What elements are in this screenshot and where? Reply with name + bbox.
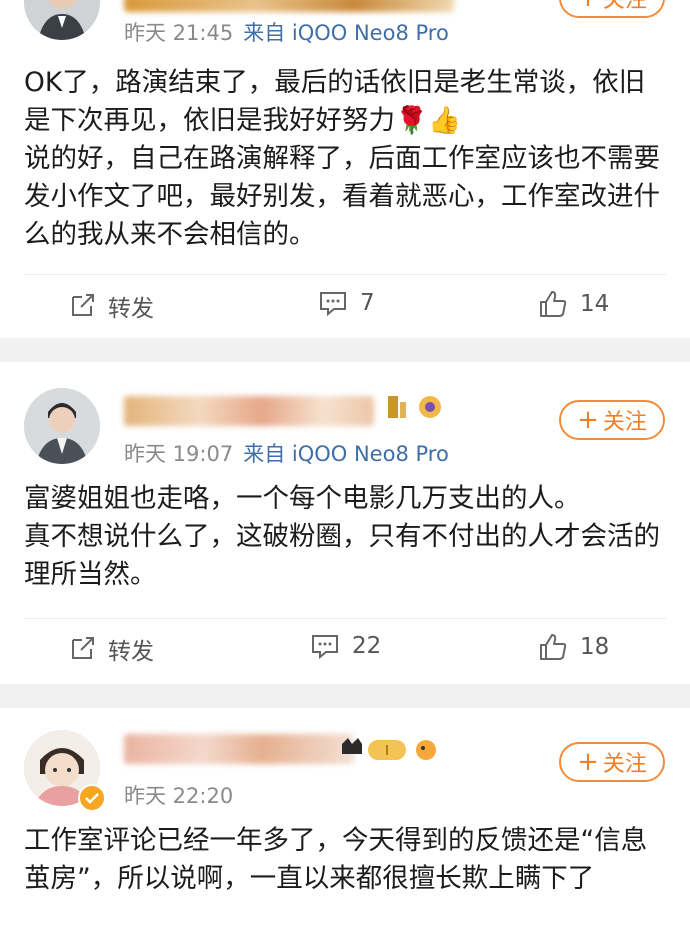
comment-icon — [312, 635, 338, 660]
plus-icon: + — [577, 0, 599, 11]
divider — [24, 274, 666, 275]
follow-button[interactable]: +关注 — [559, 400, 665, 440]
repost-icon — [72, 294, 94, 316]
post-card: 昨天 21:45 来自 iQOO Neo8 Pro +关注 OK了，路演结束了，最… — [0, 0, 690, 338]
post-time: 昨天 19:07 — [124, 442, 234, 466]
post-paragraph: 真不想说什么了，这破粉圈，只有不付出的人才会活的理所当然。 — [24, 521, 660, 590]
svg-text:I: I — [385, 744, 389, 759]
follow-button[interactable]: +关注 — [559, 742, 665, 782]
thumbs-up-icon — [540, 291, 567, 317]
avatar[interactable] — [24, 388, 100, 464]
repost-label: 转发 — [108, 639, 154, 665]
verified-badge-icon — [78, 784, 106, 812]
post-paragraph: 工作室评论已经一年多了，今天得到的反馈还是“信息茧房”，所以说啊，一直以来都很擅… — [24, 825, 648, 894]
follow-button[interactable]: +关注 — [559, 0, 665, 18]
plus-icon: + — [577, 405, 599, 435]
username-blurred[interactable] — [124, 0, 454, 12]
like-button[interactable]: 18 — [538, 632, 609, 662]
post-paragraph: OK了，路演结束了，最后的话依旧是老生常谈，依旧是下次再见，依旧是我好好努力🌹👍 — [24, 67, 646, 136]
comment-icon — [320, 292, 346, 317]
post-card: 昨天 19:07 来自 iQOO Neo8 Pro + 关注 富婆姐姐也走咯，一个每… — [0, 362, 690, 684]
badge-icon — [386, 392, 446, 422]
plus-icon: + — [577, 747, 599, 777]
post-meta: 昨天 22:20 — [124, 780, 233, 810]
divider — [24, 618, 666, 619]
avatar[interactable] — [24, 0, 100, 40]
comment-count: 7 — [360, 290, 375, 316]
post-paragraph: 说的好，自己在路演解释了，后面工作室应该也不需要发小作文了吧，最好别发，看着就恶… — [24, 143, 660, 250]
post-text: 工作室评论已经一年多了，今天得到的反馈还是“信息茧房”，所以说啊，一直以来都很擅… — [24, 822, 666, 898]
post-card: I 昨天 22:20 + 关注 工作室评论已经一年多了，今天得到的反馈还是“信息茧… — [0, 708, 690, 938]
post-device[interactable]: 来自 iQOO Neo8 Pro — [243, 442, 449, 466]
post-time: 昨天 22:20 — [124, 784, 234, 808]
feed-gap — [0, 338, 690, 362]
post-meta: 昨天 21:45 来自 iQOO Neo8 Pro — [124, 17, 449, 47]
username-blurred[interactable] — [124, 734, 354, 764]
repost-button[interactable]: 转发 — [68, 632, 154, 666]
comment-count: 22 — [352, 633, 382, 659]
like-count: 14 — [580, 291, 610, 317]
repost-label: 转发 — [108, 296, 154, 322]
post-text: 富婆姐姐也走咯，一个每个电影几万支出的人。 真不想说什么了，这破粉圈，只有不付出… — [24, 480, 666, 594]
repost-button[interactable]: 转发 — [68, 289, 154, 323]
like-button[interactable]: 14 — [538, 289, 609, 319]
like-count: 18 — [580, 634, 610, 660]
post-time: 昨天 21:45 — [124, 21, 234, 45]
badge-icon: I — [340, 734, 440, 764]
post-paragraph: 富婆姐姐也走咯，一个每个电影几万支出的人。 — [24, 483, 581, 514]
username-blurred[interactable] — [124, 396, 374, 426]
repost-icon — [72, 637, 94, 659]
thumbs-up-icon — [540, 634, 567, 660]
action-bar: 转发 22 18 — [0, 632, 690, 672]
post-device[interactable]: 来自 iQOO Neo8 Pro — [243, 21, 449, 45]
post-text: OK了，路演结束了，最后的话依旧是老生常谈，依旧是下次再见，依旧是我好好努力🌹👍… — [24, 64, 666, 254]
comment-button[interactable]: 7 — [318, 289, 375, 317]
post-meta: 昨天 19:07 来自 iQOO Neo8 Pro — [124, 438, 449, 468]
comment-button[interactable]: 22 — [310, 632, 381, 660]
feed-gap — [0, 684, 690, 708]
action-bar: 转发 7 14 — [0, 289, 690, 329]
